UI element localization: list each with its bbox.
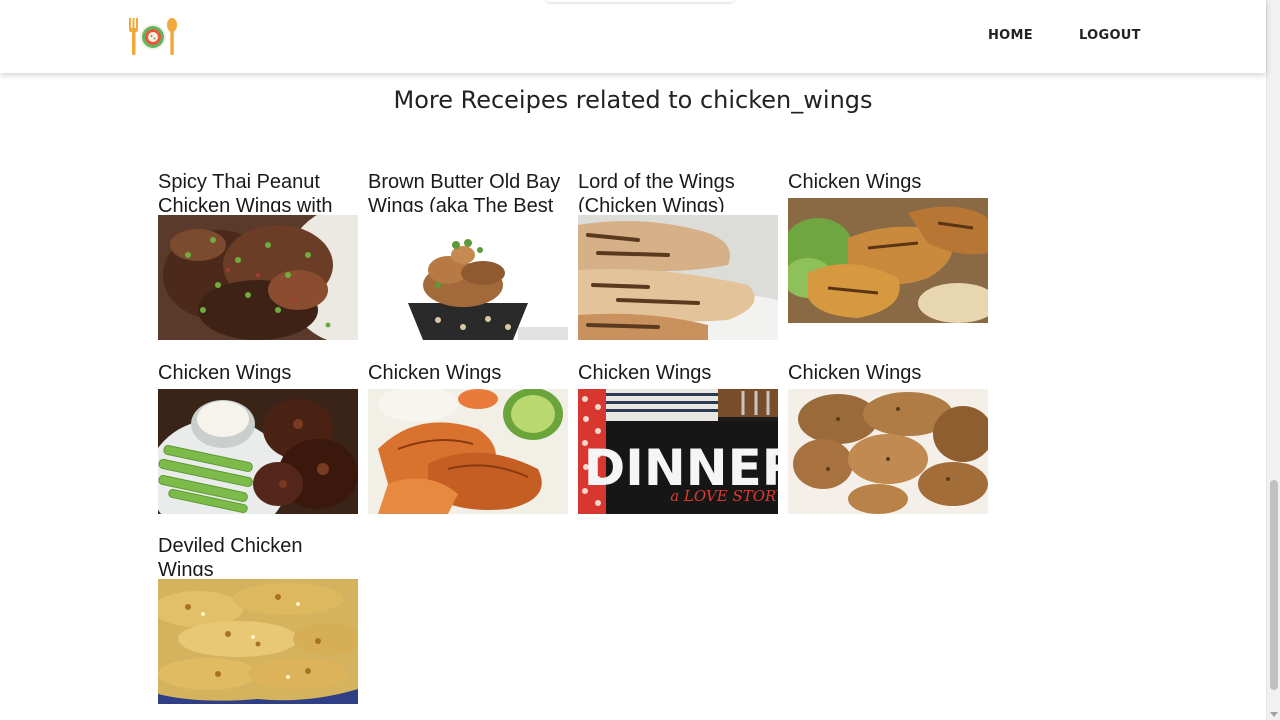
recipe-card-title[interactable]: Chicken Wings [158,361,358,385]
sign-love-story-text: a LOVE STORY [670,487,778,505]
scroll-down-arrow-icon[interactable] [1270,712,1278,717]
recipe-card-image[interactable]: DINNER a LOVE STORY [578,389,778,514]
recipe-card-title[interactable]: Spicy Thai Peanut Chicken Wings with [158,170,358,212]
recipe-card[interactable]: Chicken Wings [158,361,358,514]
recipe-card[interactable]: Brown Butter Old Bay Wings (aka The Best [368,170,568,341]
restaurant-plate-icon[interactable] [126,16,180,56]
recipe-card-title[interactable]: Brown Butter Old Bay Wings (aka The Best [368,170,568,212]
recipe-card-title[interactable]: Chicken Wings [788,170,988,194]
recipe-card-title[interactable]: Chicken Wings [368,361,568,385]
nav-logout-link[interactable]: LOGOUT [1079,28,1141,43]
recipe-card-title[interactable]: Chicken Wings [578,361,778,385]
recipe-card-title[interactable]: Chicken Wings [788,361,988,385]
recipe-card[interactable]: Chicken Wings [788,361,988,514]
recipe-card-title[interactable]: Lord of the Wings (Chicken Wings) [578,170,778,212]
recipe-card[interactable]: Chicken Wings [368,361,568,514]
top-search-pill [545,0,735,2]
page-scrollbar[interactable] [1266,0,1280,720]
scrollbar-thumb[interactable] [1270,480,1278,690]
recipe-card-image[interactable] [788,198,988,323]
recipe-card[interactable]: Spicy Thai Peanut Chicken Wings with [158,170,358,341]
recipe-card[interactable]: Lord of the Wings (Chicken Wings) [578,170,778,341]
recipe-card-image[interactable] [368,215,568,340]
recipe-card-image[interactable] [158,579,358,704]
nav-home-link[interactable]: HOME [988,28,1033,43]
page-heading: More Receipes related to chicken_wings [393,86,873,114]
recipe-card-image[interactable] [158,389,358,514]
top-navbar: HOME LOGOUT [0,0,1266,73]
recipe-card-image[interactable] [158,215,358,340]
recipe-card-title[interactable]: Deviled Chicken Wings [158,534,358,576]
recipe-card-image[interactable] [368,389,568,514]
recipe-card[interactable]: Chicken Wings [788,170,988,323]
recipe-card-image[interactable] [788,389,988,514]
recipe-card-image[interactable] [578,215,778,340]
recipe-card[interactable]: Deviled Chicken Wings [158,534,358,705]
recipe-card[interactable]: Chicken Wings DINNER a LOVE STORY [578,361,778,514]
